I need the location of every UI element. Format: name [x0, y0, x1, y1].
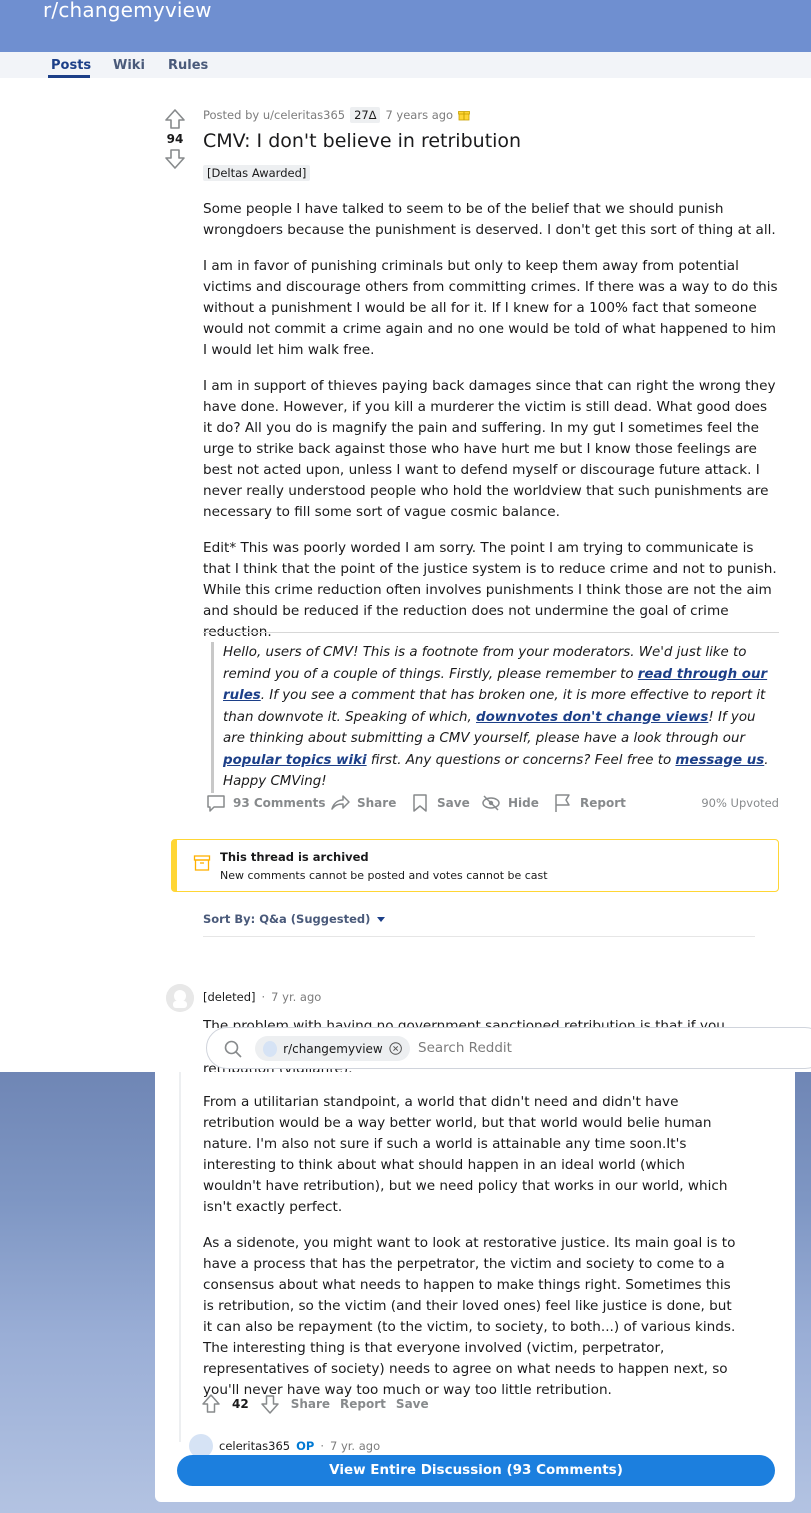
comment-paragraph: As a sidenote, you might want to look at… [203, 1235, 736, 1398]
upvote-icon[interactable] [163, 108, 187, 130]
downvote-icon[interactable] [259, 1393, 281, 1415]
comment-score: 42 [232, 1397, 249, 1411]
post-actions: 93 Comments Share Save Hide Report 90% U… [203, 790, 779, 816]
tab-posts[interactable]: Posts [51, 58, 91, 73]
tab-wiki[interactable]: Wiki [113, 58, 145, 73]
comment-meta: [deleted] · 7 yr. ago [203, 990, 321, 1004]
sort-divider [203, 936, 755, 937]
gift-icon[interactable] [458, 109, 471, 121]
save-label: Save [437, 796, 470, 810]
save-button[interactable]: Save [409, 790, 470, 816]
search-icon [224, 1040, 242, 1058]
post-score: 94 [166, 132, 184, 146]
comments-button[interactable]: 93 Comments [205, 790, 326, 816]
flag-icon [555, 794, 570, 812]
chip-label: r/changemyview [283, 1041, 383, 1056]
upvote-icon[interactable] [200, 1393, 222, 1415]
report-button[interactable]: Report [552, 790, 626, 816]
separator: · [261, 990, 266, 1004]
subreddit-filter-chip[interactable]: r/changemyview [255, 1036, 410, 1061]
archive-icon [193, 855, 211, 871]
search-bar[interactable]: r/changemyview Search Reddit [206, 1027, 811, 1069]
report-label: Report [580, 796, 626, 810]
sort-label: Sort By: Q&a (Suggested) [203, 912, 371, 926]
mod-note-text: first. Any questions or concerns? Feel f… [366, 752, 676, 768]
close-icon[interactable] [389, 1041, 402, 1056]
bookmark-icon [413, 794, 427, 812]
moderator-footnote: Hello, users of CMV! This is a footnote … [211, 642, 777, 793]
share-icon [331, 795, 350, 810]
post-meta: Posted by u/celeritas365 27∆ 7 years ago [203, 107, 471, 123]
post-paragraph: I am in favor of punishing criminals but… [203, 258, 778, 358]
caret-down-icon [377, 917, 386, 922]
reply-author[interactable]: celeritas365 [219, 1439, 290, 1453]
comment-share-button[interactable]: Share [291, 1397, 330, 1411]
subreddit-icon [263, 1040, 278, 1057]
tab-rules[interactable]: Rules [168, 58, 208, 73]
archive-title: This thread is archived [220, 850, 369, 864]
hide-icon [482, 795, 500, 811]
comment-author[interactable]: [deleted] [203, 990, 256, 1004]
hide-label: Hide [508, 796, 539, 810]
post-body: Some people I have talked to seem to be … [203, 199, 779, 658]
post-author[interactable]: Posted by u/celeritas365 [203, 108, 345, 122]
post-title[interactable]: CMV: I don't believe in retribution [203, 130, 521, 152]
deleted-user-icon [166, 984, 194, 1012]
comment-report-button[interactable]: Report [340, 1397, 386, 1411]
active-tab-underline [48, 75, 90, 78]
sort-dropdown[interactable]: Sort By: Q&a (Suggested) [203, 912, 388, 926]
comment-actions: 42 Share Report Save [200, 1392, 429, 1416]
wiki-link[interactable]: popular topics wiki [223, 753, 367, 768]
archive-subtitle: New comments cannot be posted and votes … [220, 869, 548, 882]
post-paragraph: Some people I have talked to seem to be … [203, 201, 776, 238]
comment-paragraph: From a utilitarian standpoint, a world t… [203, 1094, 728, 1215]
subreddit-header: r/changemyview [0, 0, 811, 52]
comment-save-button[interactable]: Save [396, 1397, 429, 1411]
hide-button[interactable]: Hide [480, 790, 539, 816]
subreddit-nav: Posts Wiki Rules [0, 52, 811, 78]
post-time[interactable]: 7 years ago [385, 108, 453, 122]
post-paragraph: I am in support of thieves paying back d… [203, 378, 776, 520]
view-entire-discussion-button[interactable]: View Entire Discussion (93 Comments) [177, 1455, 775, 1486]
thread-line[interactable] [179, 1072, 181, 1442]
comment-icon [207, 795, 225, 812]
avatar[interactable] [166, 984, 194, 1012]
post-divider [203, 632, 779, 633]
post-flair[interactable]: [Deltas Awarded] [203, 165, 311, 181]
archive-notice: This thread is archived New comments can… [171, 839, 779, 892]
comment-body: From a utilitarian standpoint, a world t… [203, 1092, 743, 1416]
reply-time[interactable]: 7 yr. ago [330, 1439, 380, 1453]
share-button[interactable]: Share [329, 790, 396, 816]
post-vote-column: 94 [163, 108, 187, 170]
message-link[interactable]: message us [675, 753, 764, 768]
separator: · [320, 1439, 324, 1453]
subreddit-title[interactable]: r/changemyview [43, 0, 212, 22]
downvotes-link[interactable]: downvotes don't change views [476, 710, 708, 725]
comment-time[interactable]: 7 yr. ago [271, 990, 321, 1004]
op-badge: OP [296, 1439, 315, 1453]
search-input[interactable]: Search Reddit [418, 1040, 512, 1056]
comments-count: 93 Comments [233, 796, 326, 810]
share-label: Share [357, 796, 397, 810]
downvote-icon[interactable] [163, 148, 187, 170]
delta-flair: 27∆ [350, 107, 381, 123]
upvoted-percentage: 90% Upvoted [701, 796, 779, 810]
post-paragraph: Edit* This was poorly worded I am sorry.… [203, 540, 777, 640]
